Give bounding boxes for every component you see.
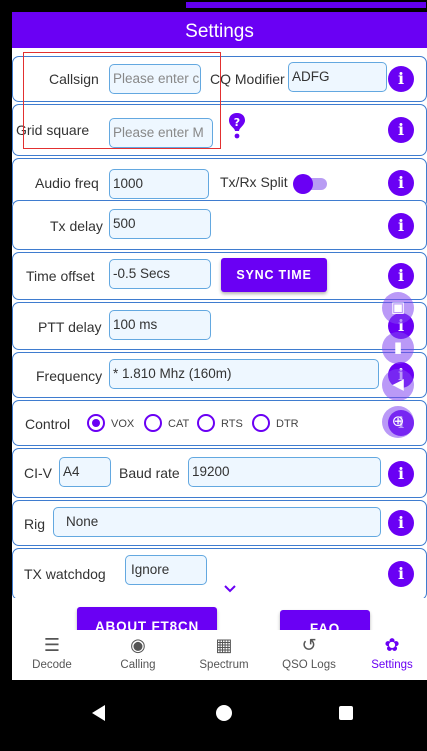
help-icon[interactable]: ? xyxy=(228,112,246,140)
baud-rate-label: Baud rate xyxy=(119,465,180,481)
info-icon[interactable]: i xyxy=(388,561,414,587)
tx-delay-row: Tx delay 500 i xyxy=(12,200,427,250)
time-offset-label: Time offset xyxy=(26,268,95,284)
frequency-row: Frequency * 1.810 Mhz (160m) i xyxy=(12,352,427,398)
recents-icon[interactable] xyxy=(339,706,353,720)
frequency-select[interactable]: * 1.810 Mhz (160m) xyxy=(109,359,379,389)
settings-screen: Settings Callsign Please enter c CQ Modi… xyxy=(12,12,427,680)
highlight-box xyxy=(23,52,221,149)
cq-modifier-label: CQ Modifier xyxy=(210,71,285,87)
calling-icon: ◉ xyxy=(130,635,146,655)
time-offset-row: Time offset -0.5 Secs SYNC TIME i xyxy=(12,252,427,300)
info-icon[interactable]: i xyxy=(388,117,414,143)
baud-rate-select[interactable]: 19200 xyxy=(188,457,381,487)
bottom-nav: ☰ Decode ◉ Calling ▦ Spectrum ↺ QSO Logs… xyxy=(12,630,427,680)
info-icon[interactable]: i xyxy=(388,213,414,239)
ptt-delay-label: PTT delay xyxy=(38,319,102,335)
tx-delay-input[interactable]: 500 xyxy=(109,209,211,239)
tx-watchdog-label: TX watchdog xyxy=(24,566,106,582)
svg-text:?: ? xyxy=(234,116,240,129)
control-rts-label: RTS xyxy=(221,418,243,430)
list-icon: ☰ xyxy=(43,635,61,655)
nav-spectrum[interactable]: ▦ Spectrum xyxy=(184,630,264,680)
tx-delay-label: Tx delay xyxy=(50,218,103,234)
info-icon[interactable]: i xyxy=(388,263,414,289)
info-icon[interactable]: i xyxy=(388,510,414,536)
back-icon[interactable] xyxy=(92,705,105,721)
tx-rx-split-toggle[interactable] xyxy=(293,174,327,194)
history-icon: ↺ xyxy=(301,635,317,655)
tx-watchdog-select[interactable]: Ignore xyxy=(125,555,207,585)
speaker-icon[interactable]: ◀ xyxy=(382,369,414,401)
nav-decode[interactable]: ☰ Decode xyxy=(12,630,92,680)
frequency-label: Frequency xyxy=(36,368,103,384)
page-title: Settings xyxy=(12,12,427,48)
camera-icon[interactable]: ▣ xyxy=(382,292,414,324)
info-icon[interactable]: i xyxy=(388,66,414,92)
nav-qso-logs[interactable]: ↺ QSO Logs xyxy=(269,630,349,680)
control-vox-label: VOX xyxy=(111,418,135,430)
cq-modifier-input[interactable]: ADFG xyxy=(288,62,387,92)
control-dtr-label: DTR xyxy=(276,418,299,430)
rig-label: Rig xyxy=(24,516,46,532)
nav-calling[interactable]: ◉ Calling xyxy=(98,630,178,680)
nav-settings[interactable]: ✿ Settings xyxy=(352,630,427,680)
civ-label: CI-V xyxy=(24,465,52,481)
control-row: Control VOX CAT RTS DTR i xyxy=(12,400,427,446)
system-nav-bar xyxy=(0,680,427,751)
audio-freq-input[interactable]: 1000 xyxy=(109,169,209,199)
tx-rx-split-label: Tx/Rx Split xyxy=(220,174,288,190)
control-rts-radio[interactable] xyxy=(197,414,215,432)
rig-select[interactable]: None xyxy=(53,507,381,537)
control-cat-radio[interactable] xyxy=(144,414,162,432)
gear-icon: ✿ xyxy=(384,635,400,655)
sync-time-button[interactable]: SYNC TIME xyxy=(221,258,327,292)
globe-icon[interactable]: ⊕ xyxy=(382,406,414,438)
spectrum-icon: ▦ xyxy=(215,635,233,655)
status-bar-accent xyxy=(186,2,426,8)
control-dtr-radio[interactable] xyxy=(252,414,270,432)
rig-row: Rig None i xyxy=(12,500,427,546)
time-offset-input[interactable]: -0.5 Secs xyxy=(109,259,211,289)
tx-watchdog-row: TX watchdog Ignore i xyxy=(12,548,427,600)
ptt-delay-row: PTT delay 100 ms i xyxy=(12,302,427,350)
status-bar xyxy=(0,0,427,12)
ptt-delay-input[interactable]: 100 ms xyxy=(109,310,211,340)
home-icon[interactable] xyxy=(216,705,232,721)
control-label: Control xyxy=(25,416,71,432)
bars-icon[interactable]: ▮ xyxy=(382,332,414,364)
control-vox-radio[interactable] xyxy=(87,414,105,432)
control-cat-label: CAT xyxy=(168,418,190,430)
civ-input[interactable]: A4 xyxy=(59,457,111,487)
info-icon[interactable]: i xyxy=(388,170,414,196)
info-icon[interactable]: i xyxy=(388,461,414,487)
chevron-down-icon[interactable] xyxy=(224,585,236,593)
audio-freq-label: Audio freq xyxy=(35,175,99,191)
civ-row: CI-V A4 Baud rate 19200 i xyxy=(12,448,427,498)
